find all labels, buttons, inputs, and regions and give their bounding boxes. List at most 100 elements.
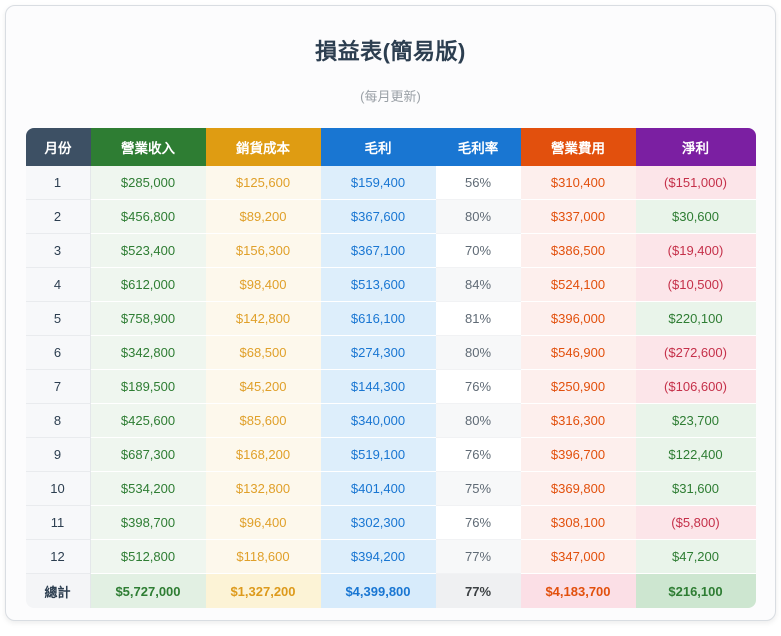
- cell-month: 7: [25, 370, 91, 404]
- cell-opex: $369,800: [520, 472, 636, 506]
- cell-revenue: $189,500: [90, 370, 206, 404]
- cell-revenue: $285,000: [90, 166, 206, 200]
- table-header-row: 月份 營業收入 銷貨成本 毛利 毛利率 營業費用 淨利: [25, 128, 756, 166]
- cell-month: 3: [25, 234, 91, 268]
- cell-month: 4: [25, 268, 91, 302]
- cell-month: 1: [25, 166, 91, 200]
- cell-cost: $96,400: [205, 506, 321, 540]
- cell-revenue: $456,800: [90, 200, 206, 234]
- table-row: 6 $342,800 $68,500 $274,300 80% $546,900 ($272…: [25, 336, 756, 370]
- page-subtitle: (每月更新): [360, 89, 421, 104]
- cell-cost: $168,200: [205, 438, 321, 472]
- table-row: 2 $456,800 $89,200 $367,600 80% $337,000 $30,6…: [25, 200, 756, 234]
- cell-cost: $89,200: [205, 200, 321, 234]
- cell-rate: 80%: [435, 404, 521, 438]
- cell-cost: $85,600: [205, 404, 321, 438]
- cell-cost: $125,600: [205, 166, 321, 200]
- cell-opex: $524,100: [520, 268, 636, 302]
- cell-rate: 76%: [435, 370, 521, 404]
- cell-revenue: $687,300: [90, 438, 206, 472]
- income-statement-table: 月份 營業收入 銷貨成本 毛利 毛利率 營業費用 淨利 1 $285,000 $12…: [25, 128, 756, 608]
- cell-rate: 81%: [435, 302, 521, 336]
- cell-gross: $367,100: [320, 234, 436, 268]
- cell-gross: $159,400: [320, 166, 436, 200]
- report-card: 損益表(簡易版) (每月更新) 月份 營業收入 銷貨成本 毛利 毛利率 營業費用…: [5, 5, 776, 621]
- cell-opex: $396,000: [520, 302, 636, 336]
- table-row: 11 $398,700 $96,400 $302,300 76% $308,100 ($5,…: [25, 506, 756, 540]
- cell-revenue: $523,400: [90, 234, 206, 268]
- header-cell-cost: 銷貨成本: [205, 128, 321, 166]
- cell-gross: $367,600: [320, 200, 436, 234]
- cell-opex: $347,000: [520, 540, 636, 574]
- total-cell-net: $216,100: [635, 574, 756, 608]
- cell-net: $220,100: [635, 302, 756, 336]
- table-row: 10 $534,200 $132,800 $401,400 75% $369,800 $31…: [25, 472, 756, 506]
- table-row: 7 $189,500 $45,200 $144,300 76% $250,900 ($106…: [25, 370, 756, 404]
- cell-revenue: $425,600: [90, 404, 206, 438]
- cell-rate: 84%: [435, 268, 521, 302]
- cell-month: 10: [25, 472, 91, 506]
- cell-cost: $142,800: [205, 302, 321, 336]
- header-cell-gross: 毛利: [320, 128, 436, 166]
- table-row: 12 $512,800 $118,600 $394,200 77% $347,000 $47…: [25, 540, 756, 574]
- cell-net: ($19,400): [635, 234, 756, 268]
- cell-gross: $340,000: [320, 404, 436, 438]
- cell-rate: 76%: [435, 438, 521, 472]
- cell-rate: 80%: [435, 200, 521, 234]
- cell-rate: 75%: [435, 472, 521, 506]
- cell-gross: $394,200: [320, 540, 436, 574]
- cell-month: 11: [25, 506, 91, 540]
- cell-rate: 80%: [435, 336, 521, 370]
- header-cell-opex: 營業費用: [520, 128, 636, 166]
- cell-month: 6: [25, 336, 91, 370]
- cell-revenue: $534,200: [90, 472, 206, 506]
- cell-revenue: $612,000: [90, 268, 206, 302]
- cell-gross: $513,600: [320, 268, 436, 302]
- cell-gross: $616,100: [320, 302, 436, 336]
- cell-gross: $519,100: [320, 438, 436, 472]
- cell-gross: $302,300: [320, 506, 436, 540]
- cell-gross: $144,300: [320, 370, 436, 404]
- header-cell-month: 月份: [25, 128, 91, 166]
- cell-net: ($10,500): [635, 268, 756, 302]
- cell-revenue: $342,800: [90, 336, 206, 370]
- table-body: 1 $285,000 $125,600 $159,400 56% $310,400 ($15…: [25, 166, 756, 574]
- cell-net: $23,700: [635, 404, 756, 438]
- table-row: 9 $687,300 $168,200 $519,100 76% $396,700 $122…: [25, 438, 756, 472]
- total-cell-cost: $1,327,200: [205, 574, 321, 608]
- cell-revenue: $512,800: [90, 540, 206, 574]
- table-row: 3 $523,400 $156,300 $367,100 70% $386,500 ($19…: [25, 234, 756, 268]
- header-cell-net: 淨利: [635, 128, 756, 166]
- cell-gross: $401,400: [320, 472, 436, 506]
- cell-month: 8: [25, 404, 91, 438]
- cell-cost: $98,400: [205, 268, 321, 302]
- cell-net: ($272,600): [635, 336, 756, 370]
- cell-net: ($151,000): [635, 166, 756, 200]
- cell-net: $122,400: [635, 438, 756, 472]
- table-row: 4 $612,000 $98,400 $513,600 84% $524,100 ($10,…: [25, 268, 756, 302]
- header-cell-rate: 毛利率: [435, 128, 521, 166]
- total-cell-month: 總計: [25, 574, 91, 608]
- total-row: 總計 $5,727,000 $1,327,200 $4,399,800 77% …: [25, 574, 756, 608]
- cell-net: ($106,600): [635, 370, 756, 404]
- cell-rate: 77%: [435, 540, 521, 574]
- header-cell-revenue: 營業收入: [90, 128, 206, 166]
- cell-cost: $156,300: [205, 234, 321, 268]
- page-title: 損益表(簡易版): [315, 39, 466, 64]
- cell-net: $31,600: [635, 472, 756, 506]
- cell-opex: $337,000: [520, 200, 636, 234]
- cell-month: 12: [25, 540, 91, 574]
- table-row: 5 $758,900 $142,800 $616,100 81% $396,000 $220…: [25, 302, 756, 336]
- cell-revenue: $758,900: [90, 302, 206, 336]
- cell-cost: $118,600: [205, 540, 321, 574]
- cell-opex: $386,500: [520, 234, 636, 268]
- cell-net: ($5,800): [635, 506, 756, 540]
- total-cell-rate: 77%: [435, 574, 521, 608]
- cell-gross: $274,300: [320, 336, 436, 370]
- cell-rate: 56%: [435, 166, 521, 200]
- cell-opex: $310,400: [520, 166, 636, 200]
- total-cell-opex: $4,183,700: [520, 574, 636, 608]
- cell-cost: $132,800: [205, 472, 321, 506]
- cell-cost: $45,200: [205, 370, 321, 404]
- cell-rate: 70%: [435, 234, 521, 268]
